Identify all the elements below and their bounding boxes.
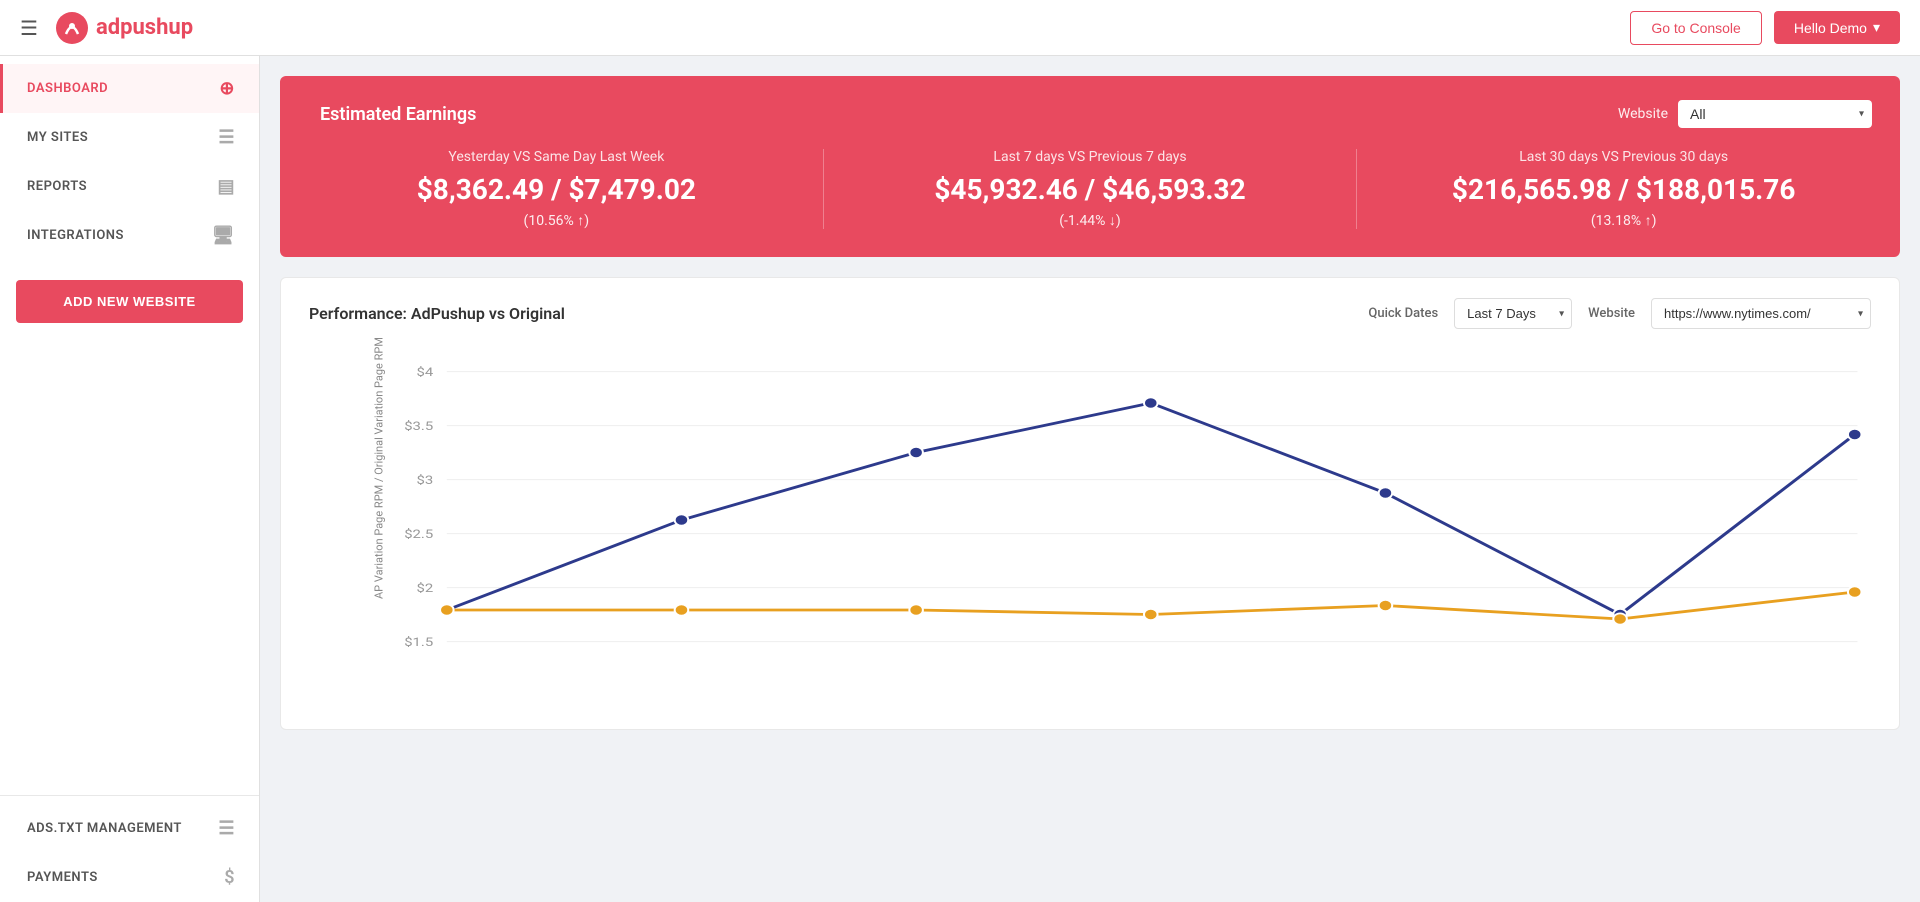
earnings-metrics: Yesterday VS Same Day Last Week $8,362.4… [320,149,1860,229]
website-select-wrapper: All https://www.nytimes.com/ ▾ [1651,298,1871,329]
my-sites-icon: ☰ [218,127,235,148]
performance-title: Performance: AdPushup vs Original [309,304,565,323]
svg-text:$1.5: $1.5 [404,635,433,649]
original-dot-0 [440,604,454,615]
sidebar-item-my-sites[interactable]: My Sites ☰ [0,113,259,162]
earnings-divider-2 [1356,149,1357,229]
quick-dates-select-wrapper: Today Yesterday Last 7 Days Last 30 Days… [1454,298,1572,329]
earnings-card: Estimated Earnings Website All https://w… [280,76,1900,257]
earnings-metric-change-0: (10.56% ↑) [320,212,793,229]
earnings-website-filter: Website All https://www.nytimes.com/ ▾ [1618,100,1872,128]
sidebar-label-my-sites: My Sites [27,130,88,145]
earnings-metric-7days: Last 7 days VS Previous 7 days $45,932.4… [854,149,1327,229]
quick-dates-select[interactable]: Today Yesterday Last 7 Days Last 30 Days… [1454,298,1572,329]
original-dot-2 [909,604,923,615]
chart-container: AP Variation Page RPM / Original Variati… [309,349,1871,709]
svg-text:$2: $2 [417,581,434,595]
adpushup-dot-2 [909,447,923,458]
topnav-right: Go to Console Hello Demo ▾ [1630,11,1900,45]
adpushup-dot-3 [1144,397,1158,408]
sidebar-item-dashboard[interactable]: Dashboard ⊕ [0,64,259,113]
sidebar-bottom: Ads.txt Management ☰ Payments $ [0,795,259,902]
adpushup-dot-6 [1848,429,1862,440]
svg-text:$2.5: $2.5 [404,527,433,541]
sidebar-label-reports: Reports [27,179,87,194]
hello-demo-button[interactable]: Hello Demo ▾ [1774,11,1900,44]
earnings-metric-value-0: $8,362.49 / $7,479.02 [320,173,793,206]
earnings-metric-label-2: Last 30 days VS Previous 30 days [1387,149,1860,165]
logo-text: adpushup [96,15,193,40]
svg-text:$3.5: $3.5 [404,419,433,433]
payments-icon: $ [224,867,235,888]
original-dot-4 [1379,600,1393,611]
dashboard-icon: ⊕ [219,78,235,99]
ads-txt-icon: ☰ [218,818,235,839]
svg-text:$4: $4 [417,365,434,379]
sidebar-label-integrations: Integrations [27,228,124,243]
earnings-metric-30days: Last 30 days VS Previous 30 days $216,56… [1387,149,1860,229]
logo: adpushup [54,10,193,46]
content-area: Estimated Earnings Website All https://w… [260,56,1920,902]
hamburger-icon[interactable]: ☰ [20,16,38,40]
original-dot-6 [1848,586,1862,597]
sidebar-item-ads-txt[interactable]: Ads.txt Management ☰ [0,804,259,853]
earnings-metric-yesterday: Yesterday VS Same Day Last Week $8,362.4… [320,149,793,229]
earnings-website-select-wrapper: All https://www.nytimes.com/ ▾ [1678,100,1872,128]
add-new-website-button[interactable]: ADD NEW WEBSITE [16,280,243,323]
logo-icon [54,10,90,46]
earnings-metric-label-0: Yesterday VS Same Day Last Week [320,149,793,165]
integrations-icon: 🖥 [212,225,235,246]
adpushup-dot-1 [675,514,689,525]
earnings-metric-change-1: (-1.44% ↓) [854,212,1327,229]
earnings-metric-value-2: $216,565.98 / $188,015.76 [1387,173,1860,206]
svg-text:$3: $3 [417,473,434,487]
original-dot-5 [1613,613,1627,624]
earnings-metric-label-1: Last 7 days VS Previous 7 days [854,149,1327,165]
website-select[interactable]: All https://www.nytimes.com/ [1651,298,1871,329]
main-layout: Dashboard ⊕ My Sites ☰ Reports ▤ Integra… [0,56,1920,902]
quick-dates-label: Quick Dates [1368,306,1438,321]
sidebar-item-payments[interactable]: Payments $ [0,853,259,902]
topnav: ☰ adpushup Go to Console Hello Demo ▾ [0,0,1920,56]
performance-chart: $4 $3.5 $3 $2.5 $2 $1.5 [379,349,1871,709]
website-label: Website [1588,306,1635,321]
sidebar: Dashboard ⊕ My Sites ☰ Reports ▤ Integra… [0,56,260,902]
earnings-website-label: Website [1618,106,1668,122]
reports-icon: ▤ [217,176,235,197]
sidebar-label-payments: Payments [27,870,98,885]
adpushup-line [447,403,1855,615]
performance-header: Performance: AdPushup vs Original Quick … [309,298,1871,329]
earnings-divider-1 [823,149,824,229]
original-dot-3 [1144,609,1158,620]
earnings-metric-change-2: (13.18% ↑) [1387,212,1860,229]
earnings-website-select[interactable]: All https://www.nytimes.com/ [1678,100,1872,128]
original-dot-1 [675,604,689,615]
sidebar-item-reports[interactable]: Reports ▤ [0,162,259,211]
sidebar-label-dashboard: Dashboard [27,81,108,96]
adpushup-dot-4 [1379,487,1393,498]
go-to-console-button[interactable]: Go to Console [1630,11,1762,45]
sidebar-label-ads-txt: Ads.txt Management [27,821,182,836]
sidebar-item-integrations[interactable]: Integrations 🖥 [0,211,259,260]
performance-card: Performance: AdPushup vs Original Quick … [280,277,1900,730]
performance-controls: Quick Dates Today Yesterday Last 7 Days … [1368,298,1871,329]
earnings-metric-value-1: $45,932.46 / $46,593.32 [854,173,1327,206]
chart-y-axis-label: AP Variation Page RPM / Original Variati… [373,459,386,599]
